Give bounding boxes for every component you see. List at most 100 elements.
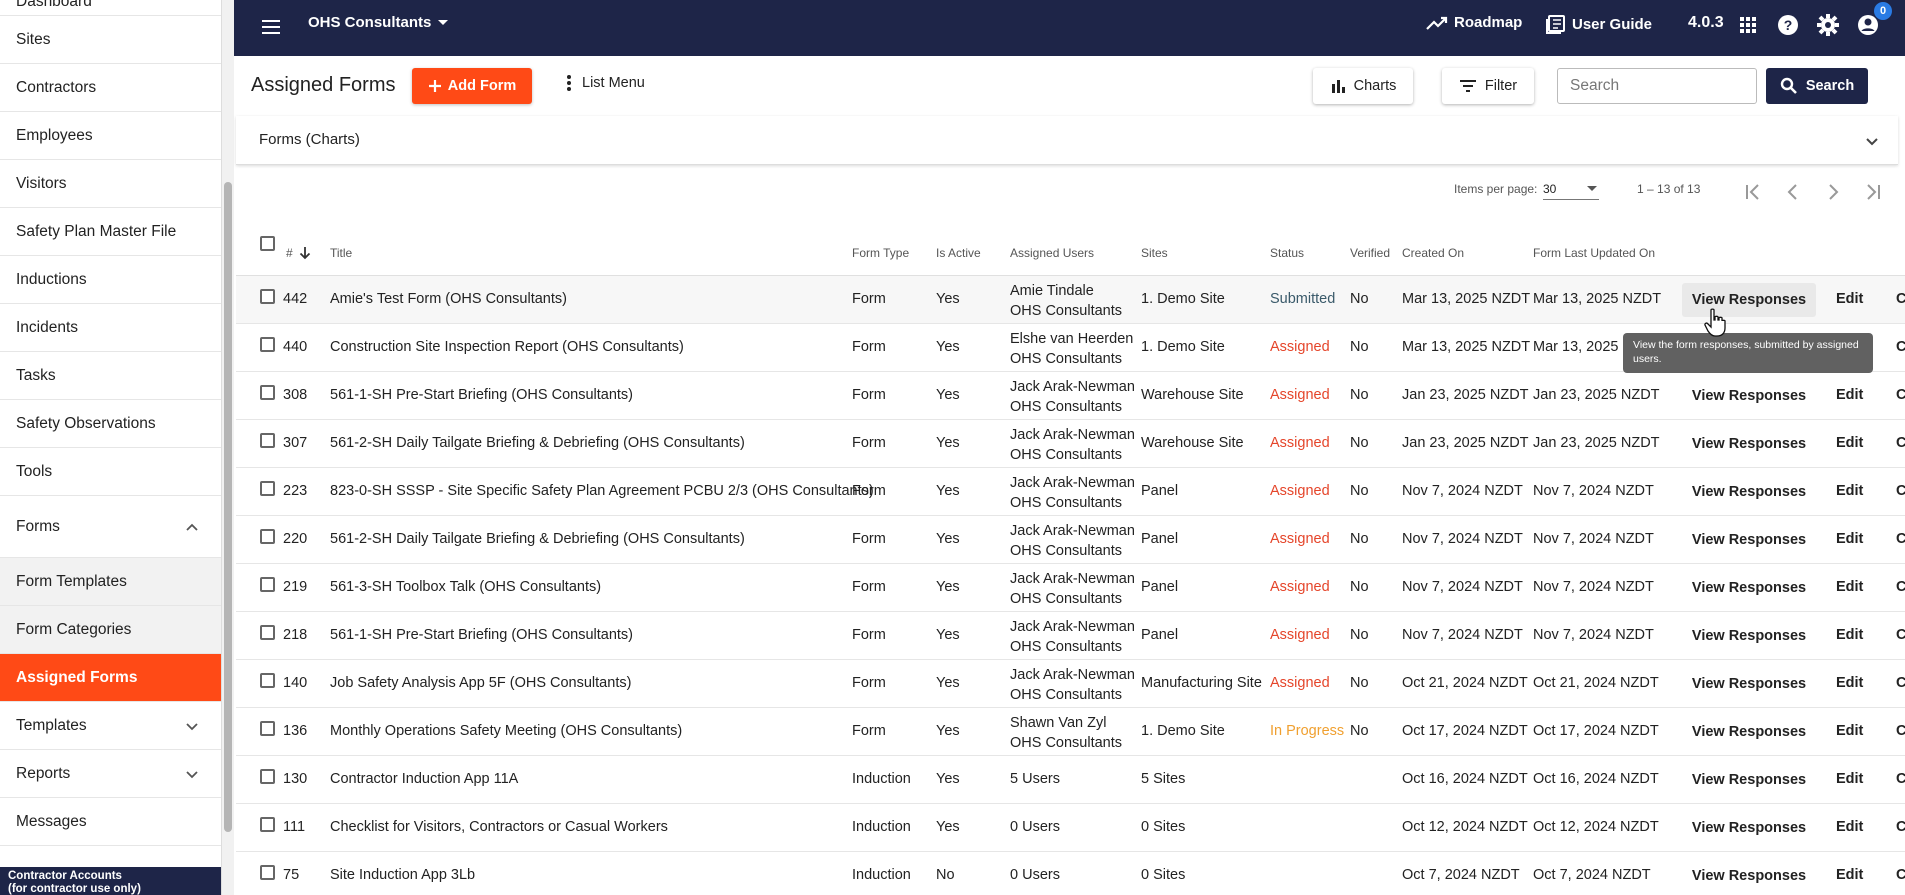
table-row[interactable]: 130 Contractor Induction App 11A Induction… — [236, 756, 1905, 804]
search-input[interactable] — [1557, 68, 1757, 104]
items-per-page-select[interactable]: 30 — [1543, 182, 1599, 200]
sidebar-item-tasks[interactable]: Tasks — [0, 352, 221, 400]
row-action-button[interactable]: C — [1896, 483, 1905, 499]
charts-button[interactable]: Charts — [1313, 68, 1413, 104]
view-responses-button[interactable]: View Responses — [1682, 715, 1816, 749]
table-row[interactable]: 140 Job Safety Analysis App 5F (OHS Consu… — [236, 660, 1905, 708]
table-row[interactable]: 136 Monthly Operations Safety Meeting (OH… — [236, 708, 1905, 756]
view-responses-button[interactable]: View Responses — [1682, 523, 1816, 557]
row-action-button[interactable]: C — [1896, 723, 1905, 739]
view-responses-button[interactable]: View Responses — [1682, 283, 1816, 317]
row-checkbox[interactable] — [260, 529, 275, 544]
table-row[interactable]: 308 561-1-SH Pre-Start Briefing (OHS Cons… — [236, 372, 1905, 420]
sidebar-item-safety-plan-master-file[interactable]: Safety Plan Master File — [0, 208, 221, 256]
sidebar-item-employees[interactable]: Employees — [0, 112, 221, 160]
sidebar-item-incidents[interactable]: Incidents — [0, 304, 221, 352]
filter-button[interactable]: Filter — [1442, 68, 1534, 104]
edit-button[interactable]: Edit — [1836, 723, 1863, 739]
contractor-accounts-link[interactable]: Contractor Accounts (for contractor use … — [0, 867, 221, 895]
sidebar-item-form-templates[interactable]: Form Templates — [0, 558, 221, 606]
row-checkbox[interactable] — [260, 433, 275, 448]
row-action-button[interactable]: C — [1896, 627, 1905, 643]
scrollbar-thumb[interactable] — [224, 182, 232, 832]
row-checkbox[interactable] — [260, 577, 275, 592]
row-checkbox[interactable] — [260, 817, 275, 832]
sidebar-item-inductions[interactable]: Inductions — [0, 256, 221, 304]
edit-button[interactable]: Edit — [1836, 579, 1863, 595]
view-responses-button[interactable]: View Responses — [1682, 811, 1816, 845]
sidebar-item-contractors[interactable]: Contractors — [0, 64, 221, 112]
table-row[interactable]: 218 561-1-SH Pre-Start Briefing (OHS Cons… — [236, 612, 1905, 660]
row-checkbox[interactable] — [260, 673, 275, 688]
charts-expansion-panel[interactable]: Forms (Charts) — [236, 116, 1898, 165]
sidebar-scrollbar[interactable] — [222, 0, 234, 895]
row-action-button[interactable]: C — [1896, 867, 1905, 883]
table-row[interactable]: 111 Checklist for Visitors, Contractors o… — [236, 804, 1905, 852]
edit-button[interactable]: Edit — [1836, 867, 1863, 883]
edit-button[interactable]: Edit — [1836, 675, 1863, 691]
table-row[interactable]: 442 Amie's Test Form (OHS Consultants) For… — [236, 276, 1905, 324]
view-responses-button[interactable]: View Responses — [1682, 859, 1816, 893]
sidebar-item-assigned-forms[interactable]: Assigned Forms — [0, 654, 221, 702]
roadmap-link[interactable]: Roadmap — [1426, 14, 1522, 31]
select-all-checkbox[interactable] — [260, 236, 275, 251]
row-checkbox[interactable] — [260, 625, 275, 640]
sidebar-item-visitors[interactable]: Visitors — [0, 160, 221, 208]
edit-button[interactable]: Edit — [1836, 387, 1863, 403]
sidebar-item-tools[interactable]: Tools — [0, 448, 221, 496]
row-action-button[interactable]: C — [1896, 291, 1905, 307]
sidebar-item-form-categories[interactable]: Form Categories — [0, 606, 221, 654]
column-header-form-type[interactable]: Form Type — [852, 246, 909, 260]
row-action-button[interactable]: C — [1896, 771, 1905, 787]
list-menu-button[interactable]: List Menu — [566, 74, 645, 92]
user-guide-link[interactable]: User Guide — [1546, 14, 1652, 34]
edit-button[interactable]: Edit — [1836, 771, 1863, 787]
edit-button[interactable]: Edit — [1836, 435, 1863, 451]
add-form-button[interactable]: Add Form — [412, 68, 532, 104]
row-checkbox[interactable] — [260, 481, 275, 496]
row-checkbox[interactable] — [260, 337, 275, 352]
column-header-title[interactable]: Title — [330, 246, 352, 260]
edit-button[interactable]: Edit — [1836, 483, 1863, 499]
sidebar-item-dashboard[interactable]: Dashboard — [0, 0, 221, 16]
sidebar-item-sites[interactable]: Sites — [0, 16, 221, 64]
column-header-sites[interactable]: Sites — [1141, 246, 1168, 260]
sidebar-item-reports[interactable]: Reports — [0, 750, 221, 798]
column-header-assigned-users[interactable]: Assigned Users — [1010, 246, 1094, 260]
table-row[interactable]: 220 561-2-SH Daily Tailgate Briefing & De… — [236, 516, 1905, 564]
edit-button[interactable]: Edit — [1836, 291, 1863, 307]
row-checkbox[interactable] — [260, 385, 275, 400]
next-page-icon[interactable] — [1822, 182, 1844, 202]
row-action-button[interactable]: C — [1896, 579, 1905, 595]
row-checkbox[interactable] — [260, 721, 275, 736]
gear-icon[interactable] — [1816, 13, 1840, 37]
org-selector[interactable]: OHS Consultants — [308, 14, 449, 31]
last-page-icon[interactable] — [1862, 182, 1884, 202]
row-checkbox[interactable] — [260, 289, 275, 304]
sidebar-item-messages[interactable]: Messages — [0, 798, 221, 846]
apps-grid-icon[interactable] — [1736, 13, 1760, 37]
search-button[interactable]: Search — [1766, 68, 1868, 104]
view-responses-button[interactable]: View Responses — [1682, 379, 1816, 413]
help-icon[interactable]: ? — [1776, 13, 1800, 37]
sidebar-item-safety-observations[interactable]: Safety Observations — [0, 400, 221, 448]
row-action-button[interactable]: C — [1896, 387, 1905, 403]
table-row[interactable]: 223 823-0-SH SSSP - Site Specific Safety … — [236, 468, 1905, 516]
edit-button[interactable]: Edit — [1836, 819, 1863, 835]
row-checkbox[interactable] — [260, 769, 275, 784]
view-responses-button[interactable]: View Responses — [1682, 763, 1816, 797]
sidebar-item-forms[interactable]: Forms — [0, 496, 221, 558]
column-header-verified[interactable]: Verified — [1350, 246, 1390, 260]
row-action-button[interactable]: C — [1896, 531, 1905, 547]
row-action-button[interactable]: C — [1896, 675, 1905, 691]
row-action-button[interactable]: C — [1896, 819, 1905, 835]
view-responses-button[interactable]: View Responses — [1682, 619, 1816, 653]
table-row[interactable]: 75 Site Induction App 3Lb Induction No 0 Use… — [236, 852, 1905, 895]
column-header-number[interactable]: # — [286, 246, 311, 260]
column-header-is-active[interactable]: Is Active — [936, 246, 981, 260]
first-page-icon[interactable] — [1742, 182, 1764, 202]
column-header-status[interactable]: Status — [1270, 246, 1304, 260]
column-header-updated-on[interactable]: Form Last Updated On — [1533, 246, 1655, 260]
previous-page-icon[interactable] — [1782, 182, 1804, 202]
column-header-created-on[interactable]: Created On — [1402, 246, 1464, 260]
